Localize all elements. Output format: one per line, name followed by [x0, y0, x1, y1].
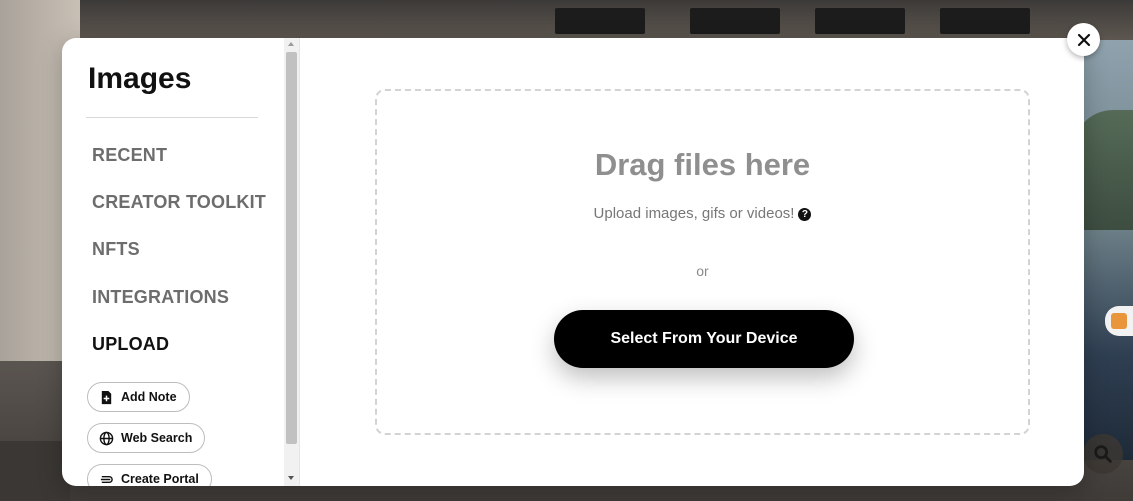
create-portal-label: Create Portal — [121, 472, 199, 486]
search-button[interactable] — [1083, 434, 1123, 474]
help-icon[interactable]: ? — [798, 208, 812, 221]
nav-item-nfts[interactable]: NFTS — [92, 239, 140, 260]
ceiling-light — [940, 8, 1030, 34]
sidebar: Images RECENT CREATOR TOOLKIT NFTS INTEG… — [62, 38, 284, 486]
floor-shadow — [0, 441, 70, 501]
close-icon — [1077, 33, 1090, 46]
select-from-device-button[interactable]: Select From Your Device — [554, 310, 854, 368]
scroll-down-icon[interactable] — [288, 476, 294, 480]
ceiling-light — [555, 8, 645, 34]
globe-icon — [98, 430, 114, 446]
images-modal: Images RECENT CREATOR TOOLKIT NFTS INTEG… — [62, 38, 1084, 486]
dropzone-subtext-label: Upload images, gifs or videos! — [593, 205, 795, 222]
note-add-icon — [98, 389, 114, 405]
close-button[interactable] — [1067, 23, 1100, 56]
nav-item-recent[interactable]: RECENT — [92, 145, 167, 166]
scroll-thumb[interactable] — [286, 52, 297, 444]
nav-item-upload[interactable]: UPLOAD — [92, 334, 169, 355]
ceiling-light — [690, 8, 780, 34]
web-search-label: Web Search — [121, 431, 193, 445]
scroll-up-icon[interactable] — [288, 42, 294, 46]
upload-dropzone[interactable]: Drag files here Upload images, gifs or v… — [375, 89, 1030, 435]
create-portal-button[interactable]: Create Portal — [87, 464, 212, 486]
divider — [86, 117, 258, 118]
sidebar-title: Images — [88, 62, 192, 95]
or-separator: or — [696, 263, 709, 279]
portal-icon — [98, 471, 114, 486]
sidebar-scrollbar[interactable] — [284, 38, 300, 486]
add-note-button[interactable]: Add Note — [87, 382, 190, 412]
nav-item-integrations[interactable]: INTEGRATIONS — [92, 287, 229, 308]
side-menu-badge[interactable] — [1105, 306, 1133, 336]
badge-icon — [1111, 313, 1127, 329]
ceiling-light — [815, 8, 905, 34]
search-icon — [1094, 445, 1113, 464]
nav-item-creator-toolkit[interactable]: CREATOR TOOLKIT — [92, 192, 266, 213]
add-note-label: Add Note — [121, 390, 177, 404]
dropzone-heading: Drag files here — [594, 147, 811, 182]
web-search-button[interactable]: Web Search — [87, 423, 206, 453]
dropzone-subtext: Upload images, gifs or videos!? — [377, 205, 1028, 222]
